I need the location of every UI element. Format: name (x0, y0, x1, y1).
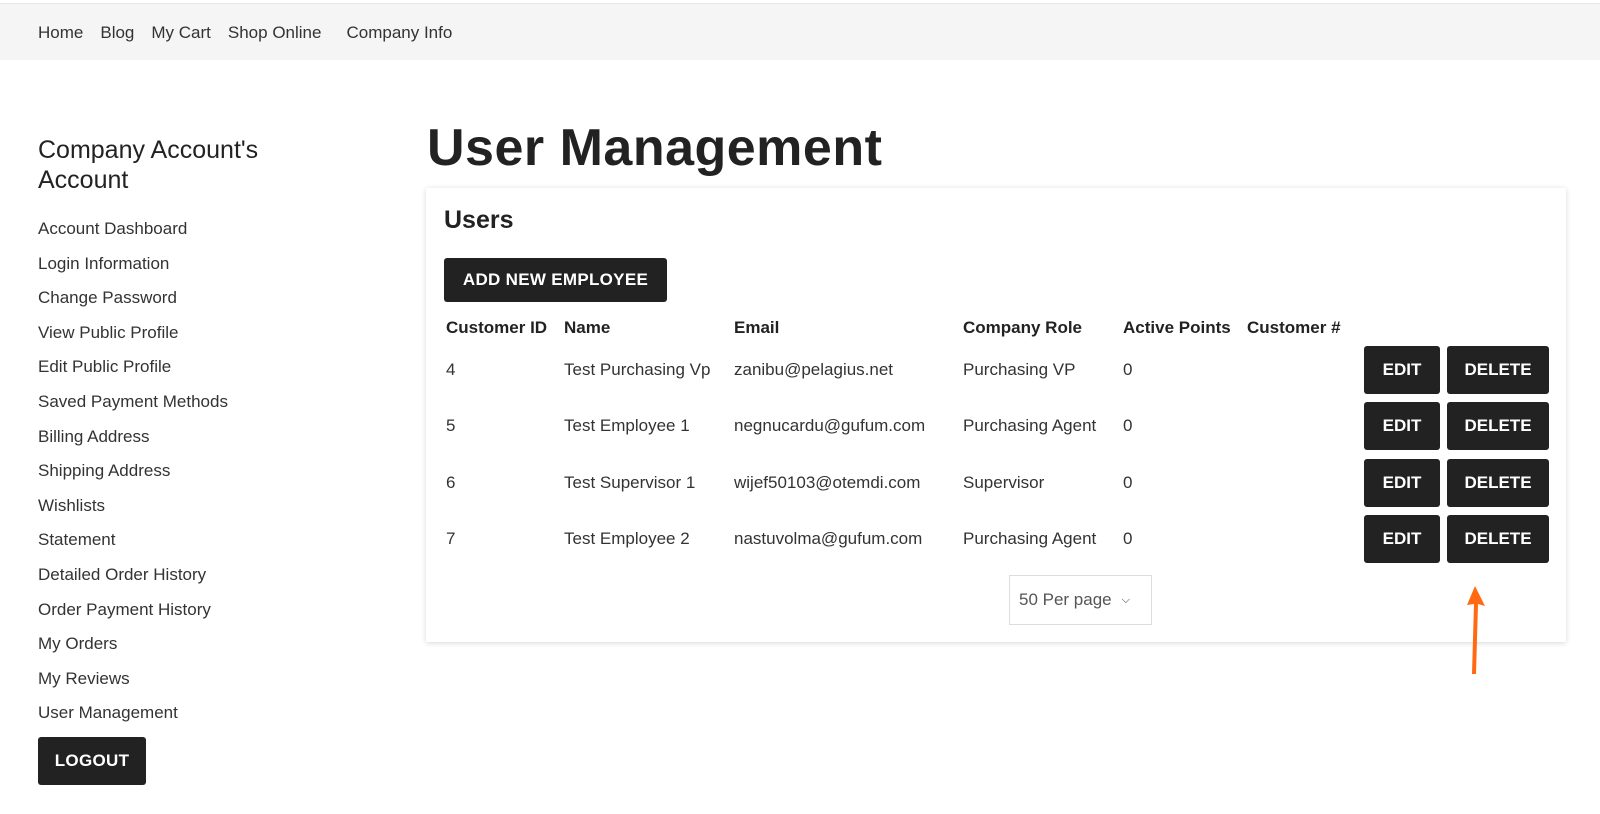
cell-actions: EDIT DELETE (1357, 342, 1549, 398)
cell-active-points: 0 (1123, 360, 1133, 380)
sidebar-item-shipping-address[interactable]: Shipping Address (38, 454, 338, 489)
column-header-name: Name (564, 318, 611, 337)
chevron-down-icon: ⌵ (1121, 593, 1130, 606)
cell-name: Test Employee 1 (564, 416, 690, 436)
nav-home-link[interactable]: Home (38, 23, 83, 43)
cell-customer-number (1247, 342, 1357, 398)
add-new-employee-button[interactable]: ADD NEW EMPLOYEE (444, 258, 667, 302)
sidebar-item-order-payment-history[interactable]: Order Payment History (38, 593, 338, 628)
sidebar-item-detailed-order-history[interactable]: Detailed Order History (38, 558, 338, 593)
sidebar-item-saved-payment-methods[interactable]: Saved Payment Methods (38, 385, 338, 420)
cell-company-role: Purchasing VP (963, 360, 1076, 380)
edit-button[interactable]: EDIT (1364, 402, 1440, 451)
cell-company-role: Purchasing Agent (963, 529, 1097, 549)
nav-my-cart-link[interactable]: My Cart (151, 23, 211, 43)
cell-email: negnucardu@gufum.com (734, 416, 926, 436)
cell-actions: EDIT DELETE (1357, 455, 1549, 511)
edit-button[interactable]: EDIT (1364, 515, 1440, 564)
column-header-actions (1357, 314, 1549, 342)
logout-button[interactable]: LOGOUT (38, 736, 146, 785)
delete-button[interactable]: DELETE (1447, 515, 1549, 564)
sidebar-item-change-password[interactable]: Change Password (38, 281, 338, 316)
cell-actions: EDIT DELETE (1357, 398, 1549, 454)
nav-blog-link[interactable]: Blog (100, 23, 134, 43)
annotation-arrow-icon (1467, 586, 1485, 674)
sidebar-item-wishlists[interactable]: Wishlists (38, 489, 338, 524)
cell-name: Test Employee 2 (564, 529, 690, 549)
edit-button[interactable]: EDIT (1364, 458, 1440, 507)
sidebar-item-account-dashboard[interactable]: Account Dashboard (38, 212, 338, 247)
table-row: 7 Test Employee 2 nastuvolma@gufum.com P… (446, 511, 1549, 567)
sidebar-item-my-orders[interactable]: My Orders (38, 627, 338, 662)
sidebar-item-user-management[interactable]: User Management (38, 696, 338, 731)
nav-shop-online-link[interactable]: Shop Online (228, 23, 322, 43)
sidebar-item-edit-public-profile[interactable]: Edit Public Profile (38, 350, 338, 385)
account-sidebar: Company Account's Account Account Dashbo… (38, 135, 338, 785)
cell-email: zanibu@pelagius.net (734, 360, 894, 380)
users-card-title: Users (444, 206, 514, 234)
cell-company-role: Supervisor (963, 472, 1045, 492)
edit-button[interactable]: EDIT (1364, 346, 1440, 395)
users-card: Users ADD NEW EMPLOYEE Customer ID Name … (426, 188, 1566, 642)
cell-customer-id: 4 (446, 360, 456, 380)
sidebar-item-view-public-profile[interactable]: View Public Profile (38, 316, 338, 351)
cell-name: Test Supervisor 1 (564, 472, 696, 492)
sidebar-item-login-information[interactable]: Login Information (38, 247, 338, 282)
column-header-company-role: Company Role (963, 318, 1083, 337)
cell-active-points: 0 (1123, 472, 1133, 492)
page-title: User Management (427, 119, 883, 177)
cell-customer-number (1247, 398, 1357, 454)
users-table: Customer ID Name Email Company Role Acti… (446, 314, 1549, 567)
column-header-email: Email (734, 318, 780, 337)
column-header-customer-number: Customer # (1247, 318, 1341, 337)
sidebar-item-billing-address[interactable]: Billing Address (38, 420, 338, 455)
table-header-row: Customer ID Name Email Company Role Acti… (446, 314, 1549, 342)
cell-company-role: Purchasing Agent (963, 416, 1097, 436)
cell-active-points: 0 (1123, 416, 1133, 436)
top-nav: Home Blog My Cart Shop Online Company In… (38, 4, 469, 61)
column-header-active-points: Active Points (1123, 318, 1231, 337)
delete-button[interactable]: DELETE (1447, 402, 1549, 451)
table-row: 5 Test Employee 1 negnucardu@gufum.com P… (446, 398, 1549, 454)
table-row: 6 Test Supervisor 1 wijef50103@otemdi.co… (446, 455, 1549, 511)
cell-customer-id: 5 (446, 416, 456, 436)
cell-email: wijef50103@otemdi.com (734, 472, 921, 492)
per-page-value: 50 Per page (1019, 590, 1112, 609)
cell-email: nastuvolma@gufum.com (734, 529, 923, 549)
cell-name: Test Purchasing Vp (564, 360, 711, 380)
sidebar-item-statement[interactable]: Statement (38, 523, 338, 558)
cell-actions: EDIT DELETE (1357, 511, 1549, 567)
sidebar-title: Company Account's Account (38, 136, 259, 194)
cell-customer-id: 7 (446, 529, 456, 549)
cell-customer-number (1247, 455, 1357, 511)
per-page-select[interactable]: 50 Per page ⌵ (1009, 575, 1152, 625)
sidebar-menu: Account Dashboard Login Information Chan… (38, 212, 338, 731)
nav-company-info-link[interactable]: Company Info (346, 23, 452, 43)
top-navigation-bar: Home Blog My Cart Shop Online Company In… (0, 3, 1600, 60)
cell-customer-id: 6 (446, 472, 456, 492)
column-header-customer-id: Customer ID (446, 318, 548, 337)
delete-button[interactable]: DELETE (1447, 346, 1549, 395)
delete-button[interactable]: DELETE (1447, 458, 1549, 507)
sidebar-item-my-reviews[interactable]: My Reviews (38, 662, 338, 697)
cell-active-points: 0 (1123, 529, 1133, 549)
table-row: 4 Test Purchasing Vp zanibu@pelagius.net… (446, 342, 1549, 398)
cell-customer-number (1247, 511, 1357, 567)
